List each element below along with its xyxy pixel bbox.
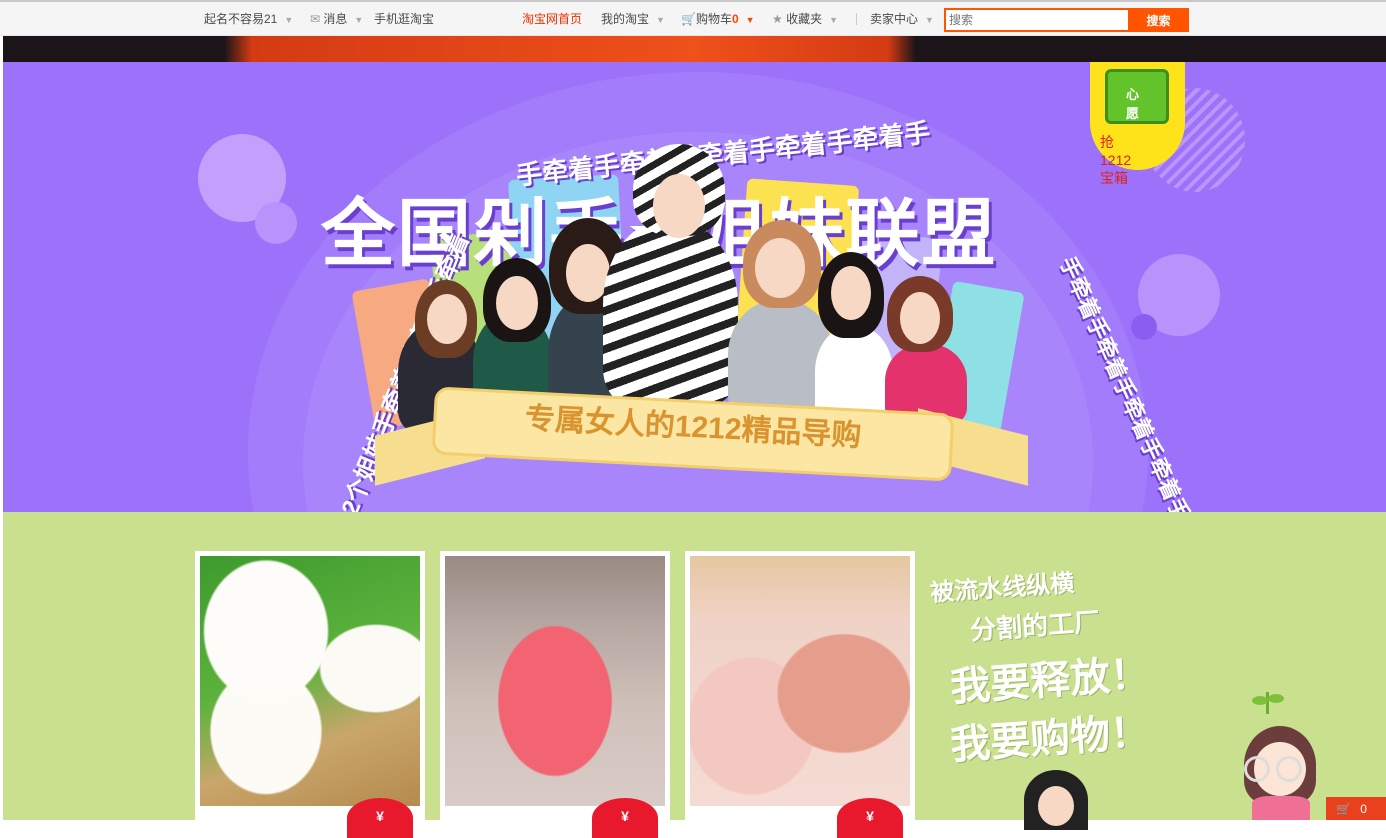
- home-link[interactable]: 淘宝网首页: [522, 11, 582, 27]
- favorites-label[interactable]: 收藏夹: [786, 12, 822, 26]
- cart-icon: 🛒: [681, 12, 696, 26]
- cart-icon[interactable]: 🛒: [1336, 802, 1351, 816]
- price-badge[interactable]: ¥: [347, 798, 413, 838]
- search-button[interactable]: 搜索: [1128, 8, 1189, 32]
- chevron-down-icon[interactable]: ▼: [925, 15, 934, 25]
- top-promo-strip[interactable]: [3, 36, 1386, 62]
- product-card[interactable]: ¥: [440, 551, 670, 838]
- chevron-down-icon[interactable]: ▼: [656, 15, 665, 25]
- avatar: [1024, 770, 1088, 830]
- deco-circle: [1131, 314, 1157, 340]
- cart-count: 0: [731, 12, 739, 26]
- username[interactable]: 起名不容易21: [204, 12, 277, 26]
- product-image-nail-polish[interactable]: [690, 556, 910, 806]
- chevron-down-icon[interactable]: ▼: [746, 15, 755, 25]
- site-nav-bar: 起名不容易21 ▼ ✉ 消息 ▼ 手机逛淘宝 淘宝网首页 我的淘宝 ▼ 🛒购物车0 ▼ …: [0, 0, 1386, 36]
- product-card[interactable]: ¥: [195, 551, 425, 838]
- cartoon-girl-mascot: [1240, 692, 1320, 820]
- mobile-link[interactable]: 手机逛淘宝: [374, 11, 434, 27]
- chevron-down-icon[interactable]: ▼: [354, 15, 363, 25]
- cart-link[interactable]: 🛒购物车0 ▼: [681, 11, 755, 28]
- treasure-box-text[interactable]: 抢1212宝箱: [1100, 132, 1131, 188]
- messages-label[interactable]: 消息: [323, 12, 347, 26]
- floating-cart-count[interactable]: 0: [1360, 802, 1367, 816]
- treasure-box-label: 心愿: [1126, 87, 1140, 121]
- cart-label[interactable]: 购物车: [696, 12, 732, 26]
- mail-icon: ✉: [310, 12, 321, 26]
- product-card[interactable]: ¥: [685, 551, 915, 838]
- chevron-down-icon[interactable]: ▼: [829, 15, 838, 25]
- chevron-down-icon[interactable]: ▼: [284, 15, 293, 25]
- product-image-coat[interactable]: [445, 556, 665, 806]
- seller-center-label[interactable]: 卖家中心: [870, 12, 918, 26]
- my-taobao-link[interactable]: 我的淘宝 ▼: [601, 11, 665, 28]
- star-icon: ★: [772, 12, 783, 26]
- price-badge[interactable]: ¥: [837, 798, 903, 838]
- seller-center-link[interactable]: 卖家中心 ▼: [870, 11, 934, 28]
- messages-link[interactable]: ✉ 消息 ▼: [310, 11, 363, 28]
- divider: [856, 13, 857, 25]
- favorites-link[interactable]: ★ 收藏夹 ▼: [772, 11, 838, 28]
- price-badge[interactable]: ¥: [592, 798, 658, 838]
- user-menu[interactable]: 起名不容易21 ▼: [204, 11, 293, 28]
- floating-cart-button[interactable]: 🛒 0: [1326, 797, 1386, 820]
- deco-circle: [255, 202, 297, 244]
- product-image-buns[interactable]: [200, 556, 420, 806]
- search-input[interactable]: [944, 8, 1129, 32]
- my-taobao-label[interactable]: 我的淘宝: [601, 12, 649, 26]
